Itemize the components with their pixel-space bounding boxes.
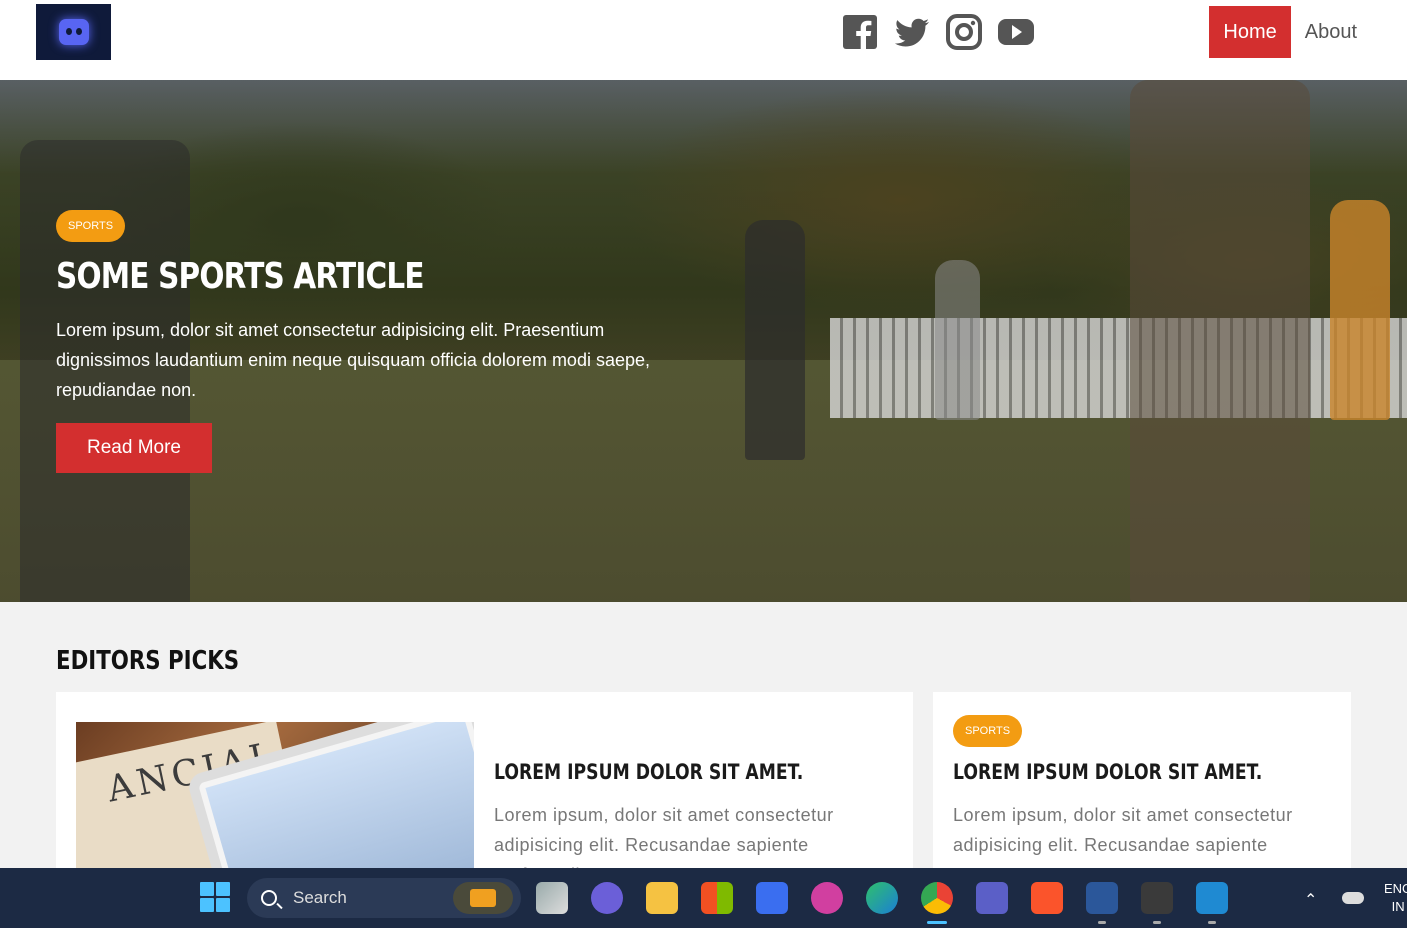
store-icon[interactable]: [701, 882, 733, 914]
site-header: Home About: [0, 0, 1407, 80]
teams-icon[interactable]: [976, 882, 1008, 914]
taskbar-search[interactable]: Search: [247, 878, 521, 918]
hero-background-fence: [830, 318, 1407, 418]
search-placeholder: Search: [293, 888, 347, 907]
article-card[interactable]: SPORTS LOREM IPSUM DOLOR SIT AMET. Lorem…: [933, 692, 1351, 892]
file-explorer-icon[interactable]: [646, 882, 678, 914]
facebook-icon[interactable]: [842, 14, 878, 50]
hero-person: [745, 220, 805, 460]
article-image: ANCIAL: [76, 722, 474, 892]
hero-content: SPORTS SOME SPORTS ARTICLE Lorem ipsum, …: [56, 210, 696, 473]
language-code: ENG: [1384, 881, 1407, 896]
language-indicator[interactable]: ENG IN: [1384, 880, 1407, 916]
taskbar-apps: [536, 882, 1251, 924]
article-excerpt: Lorem ipsum, dolor sit amet consectetur …: [953, 805, 1293, 855]
main-nav: Home About: [1209, 6, 1371, 58]
app-icon[interactable]: [756, 882, 788, 914]
windows-taskbar: Search ⌃ ENG IN: [0, 868, 1407, 928]
hero-description: Lorem ipsum, dolor sit amet consectetur …: [56, 320, 650, 400]
edge-icon[interactable]: [866, 882, 898, 914]
brave-icon[interactable]: [1031, 882, 1063, 914]
search-icon: [261, 890, 277, 906]
briefcase-icon: [453, 882, 513, 914]
social-links: [842, 14, 1050, 50]
category-badge[interactable]: SPORTS: [953, 715, 1023, 747]
logo-mark: [58, 19, 89, 45]
read-more-button[interactable]: Read More: [56, 423, 212, 473]
discord-logo-icon[interactable]: [36, 4, 111, 60]
task-view-icon[interactable]: [536, 882, 568, 914]
instagram-icon[interactable]: [946, 14, 982, 50]
section-title: EDITORS PICKS: [56, 646, 240, 676]
youtube-icon[interactable]: [998, 14, 1034, 50]
chrome-icon[interactable]: [921, 882, 953, 924]
article-card[interactable]: ANCIAL LOREM IPSUM DOLOR SIT AMET. Lorem…: [56, 692, 913, 892]
twitter-icon[interactable]: [894, 14, 930, 50]
nav-about[interactable]: About: [1291, 6, 1371, 58]
word-icon[interactable]: [1086, 882, 1118, 924]
chat-icon[interactable]: [591, 882, 623, 914]
article-title[interactable]: LOREM IPSUM DOLOR SIT AMET.: [494, 760, 803, 784]
chevron-up-icon[interactable]: ⌃: [1304, 890, 1317, 910]
nav-home[interactable]: Home: [1209, 6, 1291, 58]
cloud-icon[interactable]: [1342, 892, 1364, 904]
hero-person: [1330, 200, 1390, 420]
region-code: IN: [1391, 899, 1405, 914]
category-badge[interactable]: SPORTS: [56, 210, 126, 242]
hero-person: [1130, 80, 1310, 602]
hero-person: [935, 260, 980, 420]
windows-start-icon[interactable]: [200, 882, 230, 912]
vscode-icon[interactable]: [1196, 882, 1228, 924]
hero-banner: SPORTS SOME SPORTS ARTICLE Lorem ipsum, …: [0, 80, 1407, 602]
terminal-icon[interactable]: [1141, 882, 1173, 924]
hero-title: SOME SPORTS ARTICLE: [56, 256, 425, 297]
article-title[interactable]: LOREM IPSUM DOLOR SIT AMET.: [953, 760, 1262, 784]
wps-icon[interactable]: [811, 882, 843, 914]
